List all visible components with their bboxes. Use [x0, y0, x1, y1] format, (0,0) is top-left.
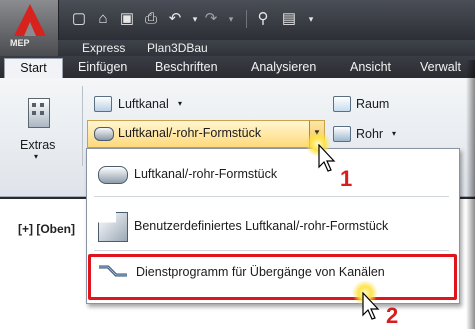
workspace-icon[interactable]: ▤ — [278, 8, 300, 30]
formstueck-button[interactable]: Luftkanal/-rohr-Formstück — [118, 126, 261, 140]
open-folder-icon[interactable]: ⌂ — [92, 8, 114, 30]
print-icon[interactable]: ⎙ — [140, 8, 162, 30]
luftkanal-dropdown-icon[interactable]: ▾ — [178, 99, 182, 108]
new-file-icon[interactable]: ▢ — [68, 8, 90, 30]
ribbon-tab-bar — [0, 56, 475, 78]
customize-dropdown-icon[interactable]: ▾ — [300, 8, 322, 30]
extras-button[interactable]: Extras — [20, 138, 55, 152]
menu-express[interactable]: Express — [82, 41, 125, 55]
tab-beschriften[interactable]: Beschriften — [155, 60, 218, 74]
tab-start[interactable]: Start — [4, 58, 63, 80]
menu-plan3dbau[interactable]: Plan3DBau — [147, 41, 208, 55]
mouse-cursor-icon — [318, 143, 338, 177]
raum-icon — [333, 96, 351, 112]
panel-divider — [82, 86, 83, 166]
rohr-button[interactable]: Rohr — [356, 127, 383, 141]
viewport-label[interactable]: [+] [Oben] — [18, 222, 75, 236]
menu-divider — [94, 250, 449, 251]
menu-item-benutzerdefiniert[interactable]: Benutzerdefiniertes Luftkanal/-rohr-Form… — [134, 219, 388, 233]
tab-einfuegen[interactable]: Einfügen — [78, 60, 127, 74]
step-number-2: 2 — [386, 303, 399, 328]
raum-button[interactable]: Raum — [356, 97, 389, 111]
luftkanal-icon — [94, 96, 112, 112]
application-menu-button[interactable]: MEP — [0, 0, 59, 56]
tab-ansicht[interactable]: Ansicht — [350, 60, 391, 74]
step-number-1: 1 — [340, 166, 353, 191]
toolbar-divider — [246, 10, 247, 28]
app-badge: MEP — [10, 38, 30, 48]
menu-item-formstueck[interactable]: Luftkanal/-rohr-Formstück — [134, 167, 277, 181]
mouse-cursor-icon — [362, 291, 382, 325]
luftkanal-button[interactable]: Luftkanal — [118, 97, 169, 111]
torn-edge-shadow — [466, 60, 475, 329]
rohr-dropdown-icon[interactable]: ▾ — [392, 129, 396, 138]
tab-verwalten[interactable]: Verwalt — [420, 60, 461, 74]
tab-analysieren[interactable]: Analysieren — [251, 60, 316, 74]
highlight-frame — [88, 254, 457, 300]
redo-dropdown-icon: ▾ — [228, 14, 234, 24]
extras-dropdown-icon[interactable]: ▾ — [34, 152, 38, 161]
rohr-icon — [333, 126, 351, 142]
undo-icon[interactable]: ↶ — [164, 8, 186, 30]
standard-fitting-icon — [98, 166, 128, 184]
formstueck-icon — [94, 126, 114, 141]
menu-divider — [94, 196, 449, 197]
match-properties-icon[interactable]: ⚲ — [252, 8, 274, 30]
redo-icon: ↷ — [204, 10, 218, 27]
save-icon[interactable]: ▣ — [116, 8, 138, 30]
building-icon — [28, 98, 50, 128]
